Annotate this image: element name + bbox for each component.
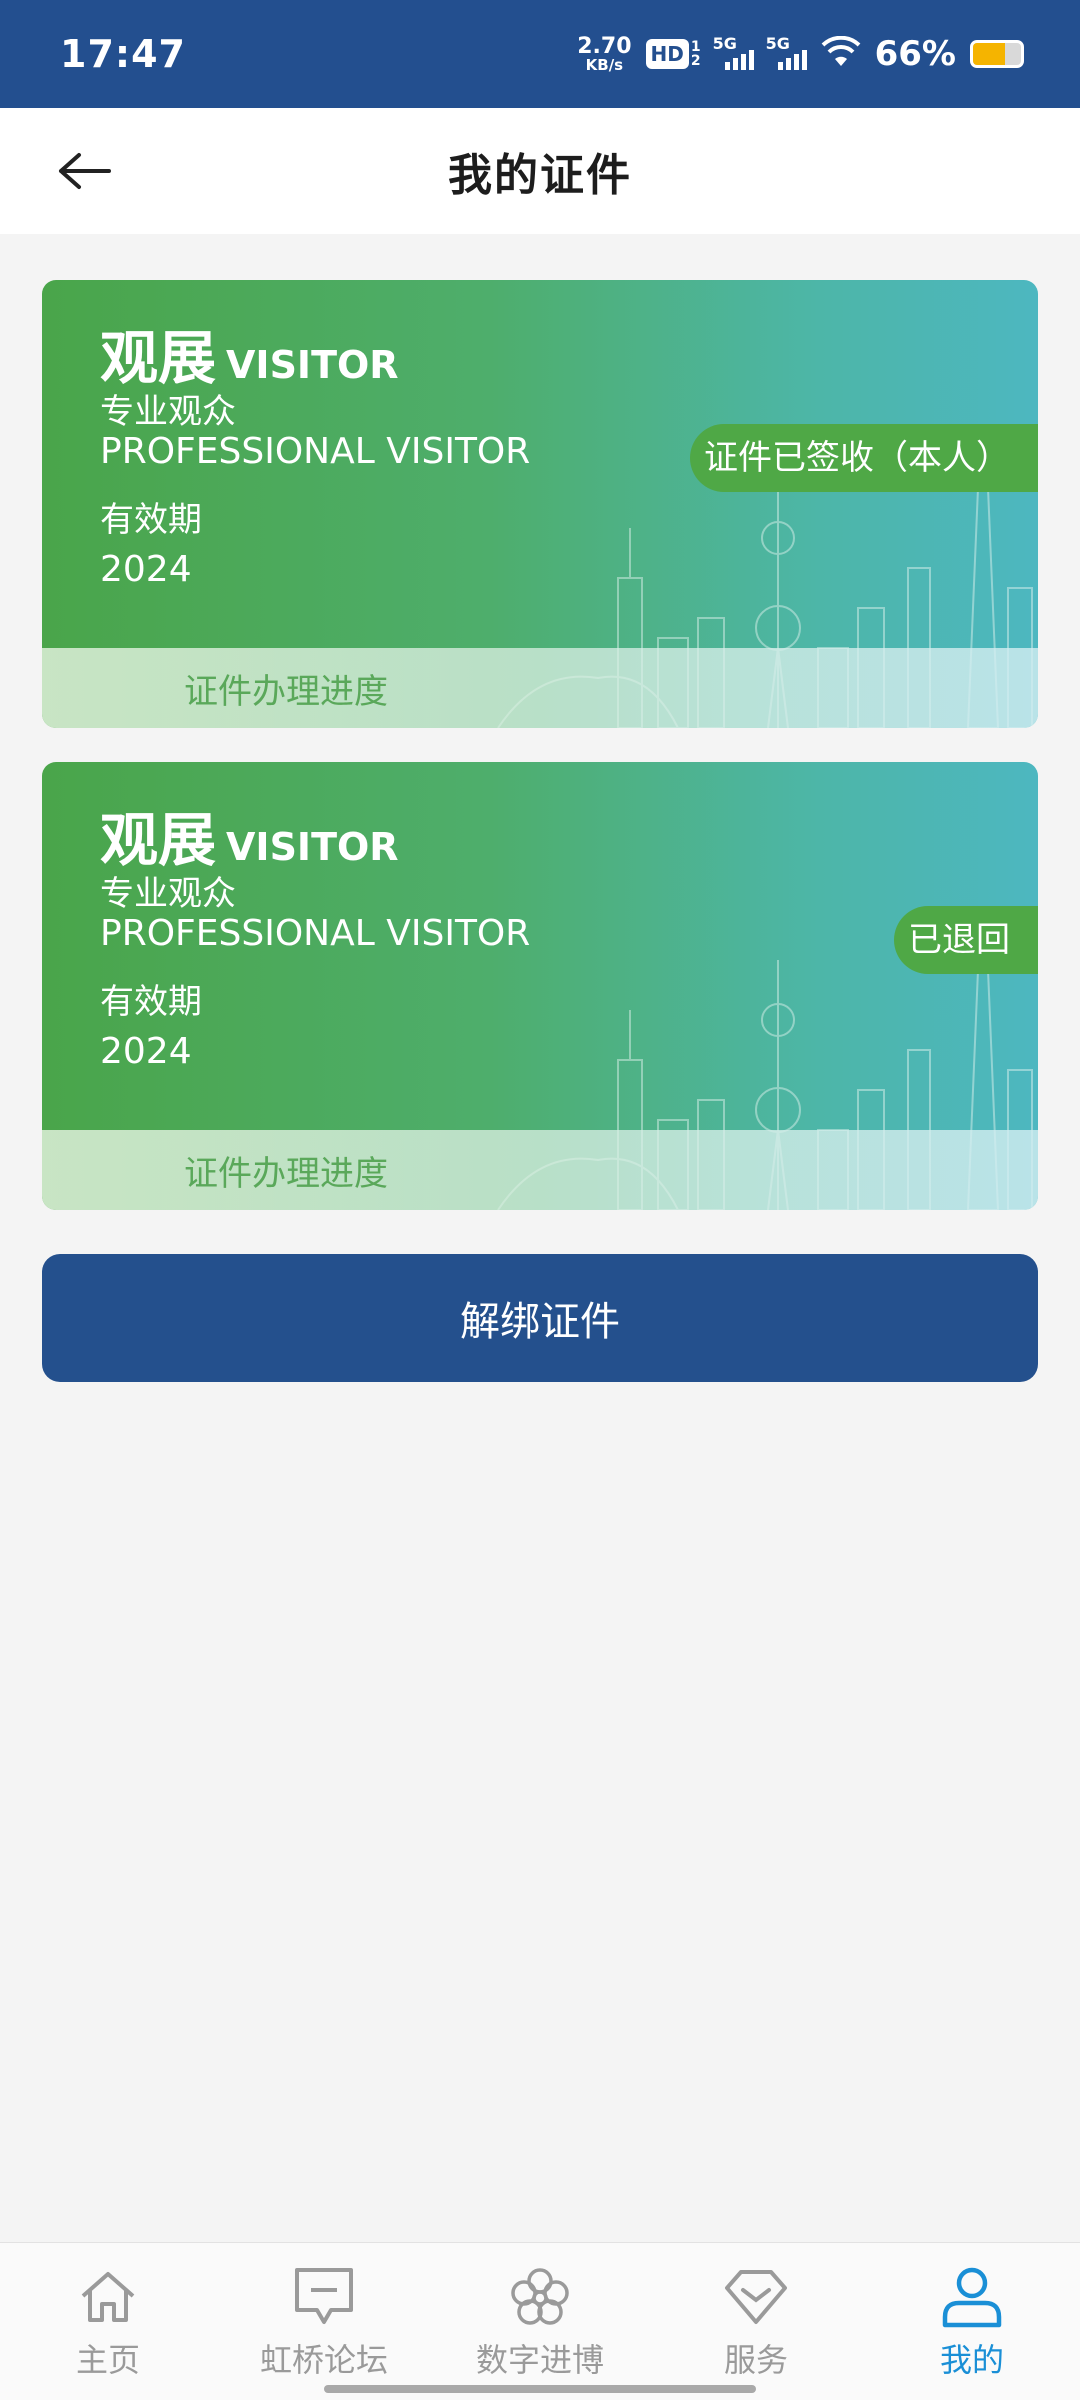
card-progress-label: 证件办理进度 — [184, 671, 388, 712]
nav-label: 我的 — [939, 2341, 1004, 2379]
nav-label: 主页 — [75, 2341, 140, 2379]
battery-percent: 66% — [874, 34, 956, 74]
message-icon — [290, 2263, 358, 2331]
card-subtitle-cn: 专业观众 — [100, 874, 236, 914]
app-header: 我的证件 — [0, 108, 1080, 234]
card-subtitle-en: PROFESSIONAL VISITOR — [100, 913, 531, 954]
signal-icon-sim1: 5G — [713, 34, 754, 70]
nav-item-services[interactable]: 服务 — [648, 2243, 864, 2400]
bottom-nav: 主页 虹桥论坛 数字进博 服务 我的 — [0, 2242, 1080, 2400]
unbind-credential-button[interactable]: 解绑证件 — [42, 1254, 1038, 1382]
nav-item-mine[interactable]: 我的 — [864, 2243, 1080, 2400]
battery-icon — [970, 40, 1024, 68]
signal-icon-sim2: 5G — [766, 34, 807, 70]
card-status-badge: 已退回 — [894, 906, 1038, 974]
page-title: 我的证件 — [448, 150, 632, 201]
signal-sim1-label: 5G — [712, 34, 737, 53]
diamond-icon — [722, 2263, 790, 2331]
status-icons: 2.70 KB/s HD 1 2 5G 5G 66% — [577, 34, 1024, 74]
flower-icon — [506, 2263, 574, 2331]
status-time: 17:47 — [60, 32, 186, 76]
nav-label: 数字进博 — [475, 2341, 604, 2379]
card-subtitle-en: PROFESSIONAL VISITOR — [100, 431, 531, 472]
card-progress-label: 证件办理进度 — [184, 1153, 388, 1194]
credential-card[interactable]: 观展 VISITOR 专业观众 PROFESSIONAL VISITOR 有效期 … — [42, 762, 1038, 1210]
back-button[interactable] — [52, 138, 118, 204]
card-valid-year: 2024 — [100, 549, 192, 590]
hd-sub-bottom: 2 — [690, 53, 701, 69]
hd-label: HD — [645, 39, 689, 69]
card-content: 观展 VISITOR 专业观众 PROFESSIONAL VISITOR 有效期 … — [100, 808, 530, 1074]
status-bar: 17:47 2.70 KB/s HD 1 2 5G 5G 66% — [0, 0, 1080, 108]
wifi-icon — [821, 35, 861, 72]
card-subtitle-cn: 专业观众 — [100, 392, 236, 432]
network-speed-unit: KB/s — [585, 55, 624, 74]
nav-item-digital-expo[interactable]: 数字进博 — [432, 2243, 648, 2400]
card-type-en: VISITOR — [226, 825, 399, 869]
card-valid-year: 2024 — [100, 1031, 192, 1072]
battery-fill — [973, 43, 1005, 65]
nav-label: 虹桥论坛 — [259, 2341, 388, 2379]
card-type-cn: 观展 — [100, 324, 217, 392]
card-type-en: VISITOR — [226, 343, 399, 387]
arrow-left-icon — [59, 153, 111, 189]
card-progress-link[interactable]: 证件办理进度 — [42, 1130, 1038, 1210]
user-icon — [938, 2263, 1006, 2331]
home-indicator[interactable] — [324, 2385, 756, 2393]
card-type-cn: 观展 — [100, 806, 217, 874]
network-speed-value: 2.70 — [577, 33, 632, 59]
credential-card[interactable]: 观展 VISITOR 专业观众 PROFESSIONAL VISITOR 有效期 … — [42, 280, 1038, 728]
card-valid-label: 有效期 — [100, 500, 202, 540]
card-content: 观展 VISITOR 专业观众 PROFESSIONAL VISITOR 有效期 … — [100, 326, 530, 592]
hd-icon: HD 1 2 — [645, 39, 701, 69]
nav-item-home[interactable]: 主页 — [0, 2243, 216, 2400]
hd-sub-top: 1 — [690, 39, 701, 55]
card-status-badge: 证件已签收（本人） — [690, 424, 1038, 492]
home-icon — [74, 2263, 142, 2331]
card-valid-label: 有效期 — [100, 982, 202, 1022]
network-speed: 2.70 KB/s — [577, 33, 632, 74]
nav-label: 服务 — [723, 2341, 788, 2379]
card-progress-link[interactable]: 证件办理进度 — [42, 648, 1038, 728]
signal-sim2-label: 5G — [765, 34, 790, 53]
nav-item-forum[interactable]: 虹桥论坛 — [216, 2243, 432, 2400]
